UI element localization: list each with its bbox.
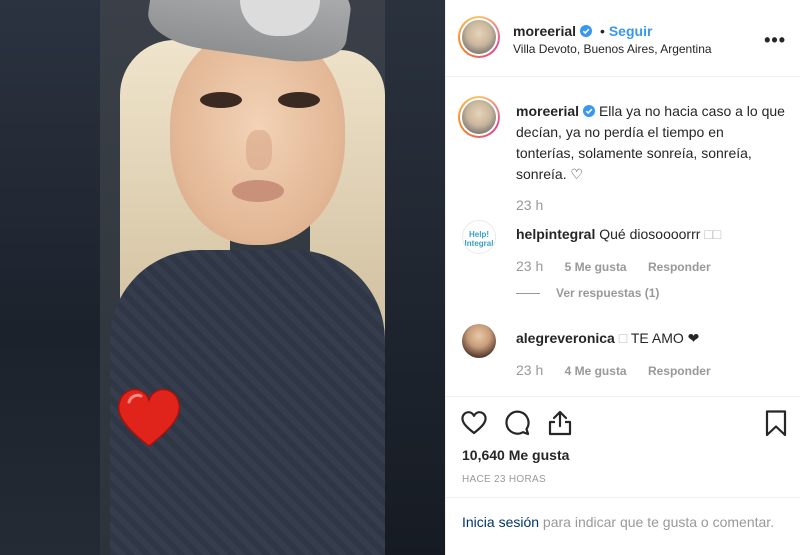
photo-subject xyxy=(100,0,385,555)
separator-dot: • xyxy=(599,23,605,39)
caption-avatar[interactable] xyxy=(458,96,500,138)
comment-text: Qué diosoooorrr xyxy=(599,226,701,242)
comment-emoji-placeholder: □□ xyxy=(704,226,722,242)
comment-text: TE AMO ❤ xyxy=(630,330,700,346)
post-photo[interactable] xyxy=(0,0,445,555)
comment-time[interactable]: 23 h xyxy=(516,362,543,378)
comment-likes[interactable]: 5 Me gusta xyxy=(565,260,627,274)
bookmark-icon[interactable] xyxy=(762,409,790,437)
more-options-button[interactable]: ••• xyxy=(764,30,786,51)
view-replies-button[interactable]: Ver respuestas (1) xyxy=(516,286,659,300)
caption-username[interactable]: moreerial xyxy=(516,103,579,119)
photo-background-right xyxy=(385,0,445,555)
photo-background-left xyxy=(0,0,100,555)
login-link[interactable]: Inicia sesión xyxy=(462,514,539,530)
comment-likes[interactable]: 4 Me gusta xyxy=(565,364,627,378)
comment-avatar[interactable]: Help! Integral xyxy=(462,220,496,254)
comment-emoji-placeholder: □ xyxy=(618,330,628,346)
post-actions: 10,640 Me gusta HACE 23 HORAS Inicia ses… xyxy=(446,396,800,555)
share-upload-icon[interactable] xyxy=(546,409,574,437)
follow-button[interactable]: Seguir xyxy=(609,23,653,39)
post-timestamp[interactable]: HACE 23 HORAS xyxy=(462,474,546,485)
comment-bubble-icon[interactable] xyxy=(503,409,531,437)
location-link[interactable]: Villa Devoto, Buenos Aires, Argentina xyxy=(513,42,712,56)
comment-username[interactable]: alegreveronica xyxy=(516,330,615,346)
verified-badge-icon xyxy=(583,105,596,117)
comment-time[interactable]: 23 h xyxy=(516,258,543,274)
reply-button[interactable]: Responder xyxy=(648,364,711,378)
avatar[interactable] xyxy=(458,16,500,58)
likes-count[interactable]: 10,640 Me gusta xyxy=(462,447,569,463)
heart-outline-icon[interactable] xyxy=(460,409,488,437)
username-link[interactable]: moreerial xyxy=(513,23,576,39)
login-prompt-text: para indicar que te gusta o comentar. xyxy=(539,514,775,530)
comment-avatar[interactable] xyxy=(462,324,496,358)
comment-username[interactable]: helpintegral xyxy=(516,226,595,242)
login-prompt: Inicia sesión para indicar que te gusta … xyxy=(446,497,800,555)
verified-badge-icon xyxy=(580,25,593,37)
reply-button[interactable]: Responder xyxy=(648,260,711,274)
heart-sticker-icon xyxy=(117,388,181,447)
post-header: moreerial • Seguir Villa Devoto, Buenos A… xyxy=(446,0,800,77)
comments-section[interactable]: moreerial Ella ya no hacia caso a lo que… xyxy=(446,78,800,396)
caption-time[interactable]: 23 h xyxy=(516,197,543,213)
